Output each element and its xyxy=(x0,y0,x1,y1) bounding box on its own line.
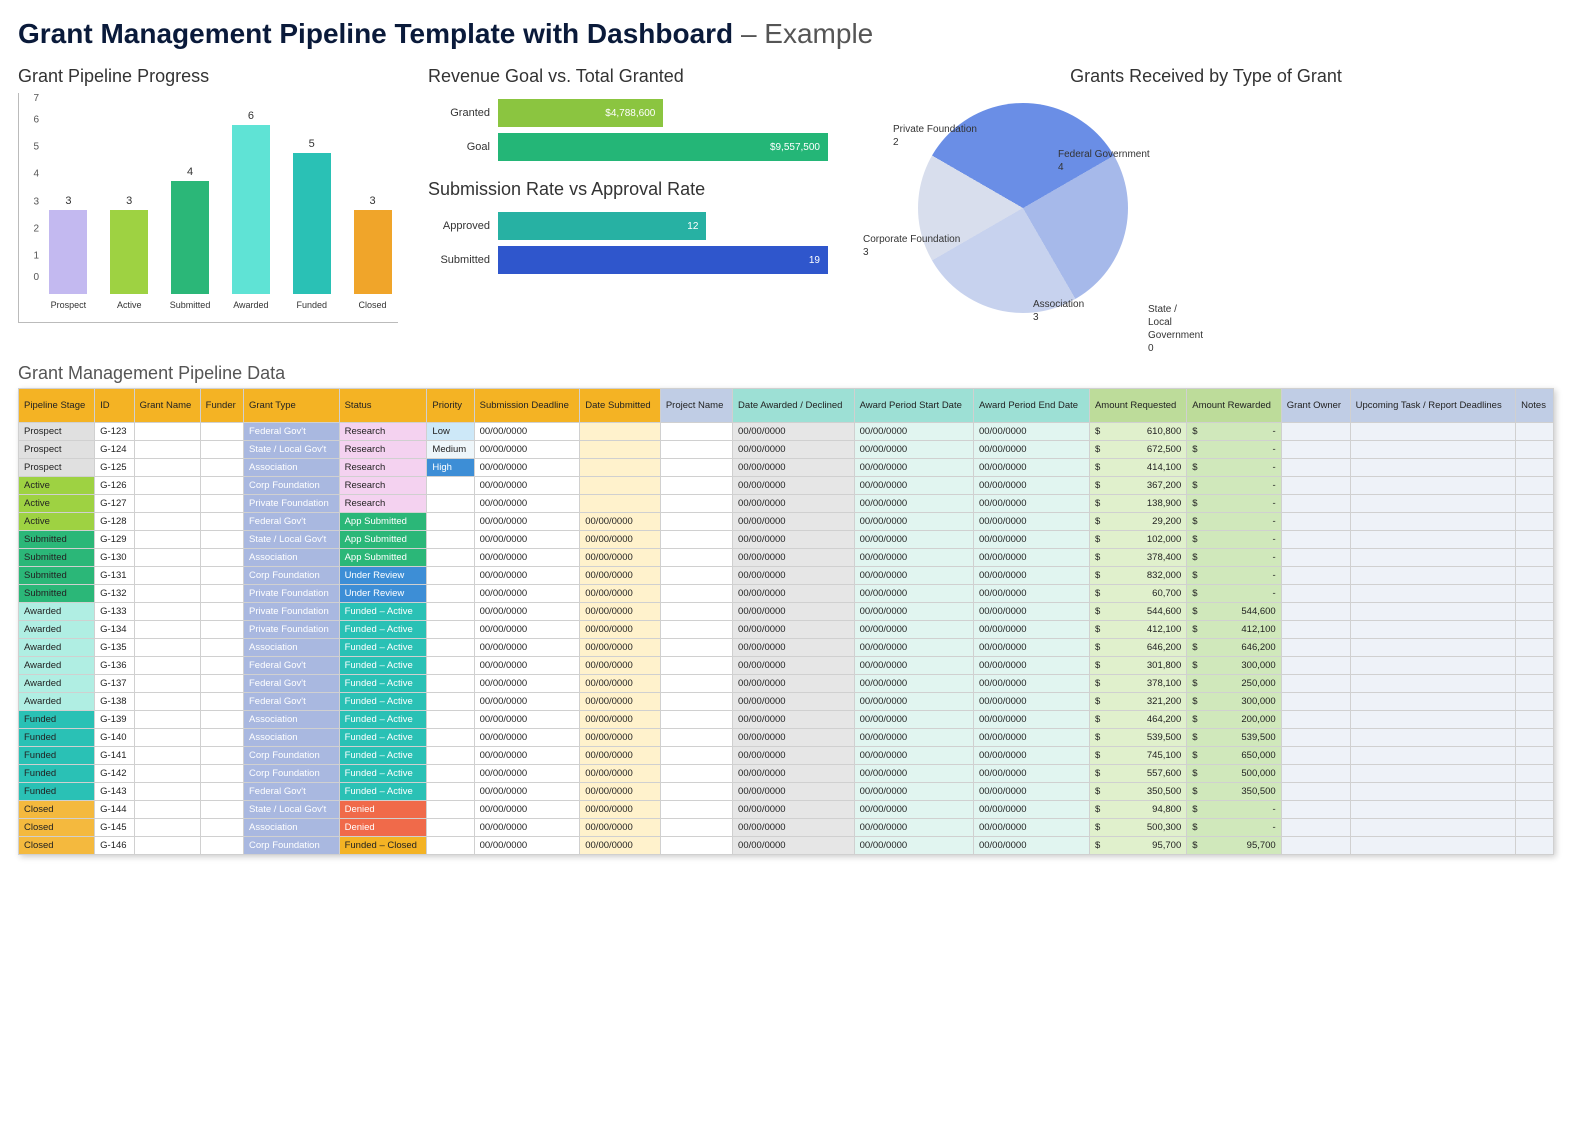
col-header[interactable]: Date Awarded / Declined xyxy=(733,389,855,423)
table-header-row: Pipeline StageIDGrant NameFunderGrant Ty… xyxy=(19,389,1554,423)
col-header[interactable]: Project Name xyxy=(660,389,732,423)
dashboard: Grant Pipeline Progress 76543210 3 Prosp… xyxy=(18,66,1554,343)
chart-title: Grants Received by Type of Grant xyxy=(858,66,1554,87)
middle-charts-panel: Revenue Goal vs. Total Granted Granted $… xyxy=(428,66,828,343)
pie-label: Corporate Foundation3 xyxy=(863,233,960,259)
table-title: Grant Management Pipeline Data xyxy=(18,363,1554,384)
col-header[interactable]: Notes xyxy=(1516,389,1554,423)
table-row[interactable]: Funded G-139 Association Funded – Active… xyxy=(19,711,1554,729)
table-row[interactable]: Awarded G-135 Association Funded – Activ… xyxy=(19,639,1554,657)
submission-approval-chart: Approved 12 Submitted 19 xyxy=(428,206,828,280)
table-row[interactable]: Prospect G-125 Association Research High… xyxy=(19,459,1554,477)
hbar-submitted: Submitted 19 xyxy=(428,246,828,274)
table-row[interactable]: Awarded G-137 Federal Gov't Funded – Act… xyxy=(19,675,1554,693)
col-header[interactable]: Submission Deadline xyxy=(474,389,580,423)
table-row[interactable]: Submitted G-130 Association App Submitte… xyxy=(19,549,1554,567)
table-row[interactable]: Awarded G-134 Private Foundation Funded … xyxy=(19,621,1554,639)
table-row[interactable]: Closed G-146 Corp Foundation Funded – Cl… xyxy=(19,837,1554,855)
page-title: Grant Management Pipeline Template with … xyxy=(18,18,1554,50)
col-header[interactable]: Amount Requested xyxy=(1089,389,1186,423)
table-row[interactable]: Active G-126 Corp Foundation Research 00… xyxy=(19,477,1554,495)
bar-closed: 3 Closed xyxy=(347,97,398,294)
pipeline-table-container: Pipeline StageIDGrant NameFunderGrant Ty… xyxy=(18,388,1554,855)
grants-by-type-panel: Grants Received by Type of Grant Federal… xyxy=(858,66,1554,343)
chart-title: Submission Rate vs Approval Rate xyxy=(428,179,828,200)
table-row[interactable]: Prospect G-124 State / Local Gov't Resea… xyxy=(19,441,1554,459)
hbar-granted: Granted $4,788,600 xyxy=(428,99,828,127)
col-header[interactable]: Grant Name xyxy=(134,389,200,423)
table-row[interactable]: Funded G-143 Federal Gov't Funded – Acti… xyxy=(19,783,1554,801)
table-row[interactable]: Submitted G-132 Private Foundation Under… xyxy=(19,585,1554,603)
table-row[interactable]: Funded G-140 Association Funded – Active… xyxy=(19,729,1554,747)
col-header[interactable]: Award Period Start Date xyxy=(854,389,973,423)
table-row[interactable]: Awarded G-138 Federal Gov't Funded – Act… xyxy=(19,693,1554,711)
col-header[interactable]: Amount Rewarded xyxy=(1187,389,1281,423)
col-header[interactable]: Funder xyxy=(200,389,243,423)
table-row[interactable]: Closed G-145 Association Denied 00/00/00… xyxy=(19,819,1554,837)
bar-funded: 5 Funded xyxy=(286,97,337,294)
bar-prospect: 3 Prospect xyxy=(43,97,94,294)
table-row[interactable]: Awarded G-136 Federal Gov't Funded – Act… xyxy=(19,657,1554,675)
grants-by-type-pie: Federal Government4 Association3 Corporate… xyxy=(858,93,1188,343)
col-header[interactable]: Pipeline Stage xyxy=(19,389,95,423)
table-row[interactable]: Submitted G-129 State / Local Gov't App … xyxy=(19,531,1554,549)
hbar-goal: Goal $9,557,500 xyxy=(428,133,828,161)
hbar-approved: Approved 12 xyxy=(428,212,828,240)
pie-label: State / Local Government0 xyxy=(1148,303,1203,355)
bar-submitted: 4 Submitted xyxy=(165,97,216,294)
pie-label: Federal Government4 xyxy=(1058,148,1150,174)
col-header[interactable]: Date Submitted xyxy=(580,389,661,423)
pipeline-progress-panel: Grant Pipeline Progress 76543210 3 Prosp… xyxy=(18,66,398,343)
pipeline-progress-chart: 76543210 3 Prospect 3 Active 4 Submitted… xyxy=(18,93,398,323)
bar-active: 3 Active xyxy=(104,97,155,294)
col-header[interactable]: Upcoming Task / Report Deadlines xyxy=(1350,389,1516,423)
chart-title: Grant Pipeline Progress xyxy=(18,66,398,87)
table-row[interactable]: Active G-128 Federal Gov't App Submitted… xyxy=(19,513,1554,531)
col-header[interactable]: Grant Type xyxy=(243,389,339,423)
col-header[interactable]: Grant Owner xyxy=(1281,389,1350,423)
bar-awarded: 6 Awarded xyxy=(225,97,276,294)
table-row[interactable]: Closed G-144 State / Local Gov't Denied … xyxy=(19,801,1554,819)
col-header[interactable]: Priority xyxy=(427,389,474,423)
pipeline-table: Pipeline StageIDGrant NameFunderGrant Ty… xyxy=(18,388,1554,855)
col-header[interactable]: Award Period End Date xyxy=(973,389,1089,423)
col-header[interactable]: Status xyxy=(339,389,427,423)
table-row[interactable]: Funded G-141 Corp Foundation Funded – Ac… xyxy=(19,747,1554,765)
pie-label: Association3 xyxy=(1033,298,1084,324)
revenue-goal-chart: Granted $4,788,600 Goal $9,557,500 xyxy=(428,93,828,167)
table-row[interactable]: Submitted G-131 Corp Foundation Under Re… xyxy=(19,567,1554,585)
table-row[interactable]: Funded G-142 Corp Foundation Funded – Ac… xyxy=(19,765,1554,783)
col-header[interactable]: ID xyxy=(95,389,134,423)
table-row[interactable]: Active G-127 Private Foundation Research… xyxy=(19,495,1554,513)
pie-label: Private Foundation2 xyxy=(893,123,977,149)
chart-title: Revenue Goal vs. Total Granted xyxy=(428,66,828,87)
table-row[interactable]: Awarded G-133 Private Foundation Funded … xyxy=(19,603,1554,621)
table-row[interactable]: Prospect G-123 Federal Gov't Research Lo… xyxy=(19,423,1554,441)
